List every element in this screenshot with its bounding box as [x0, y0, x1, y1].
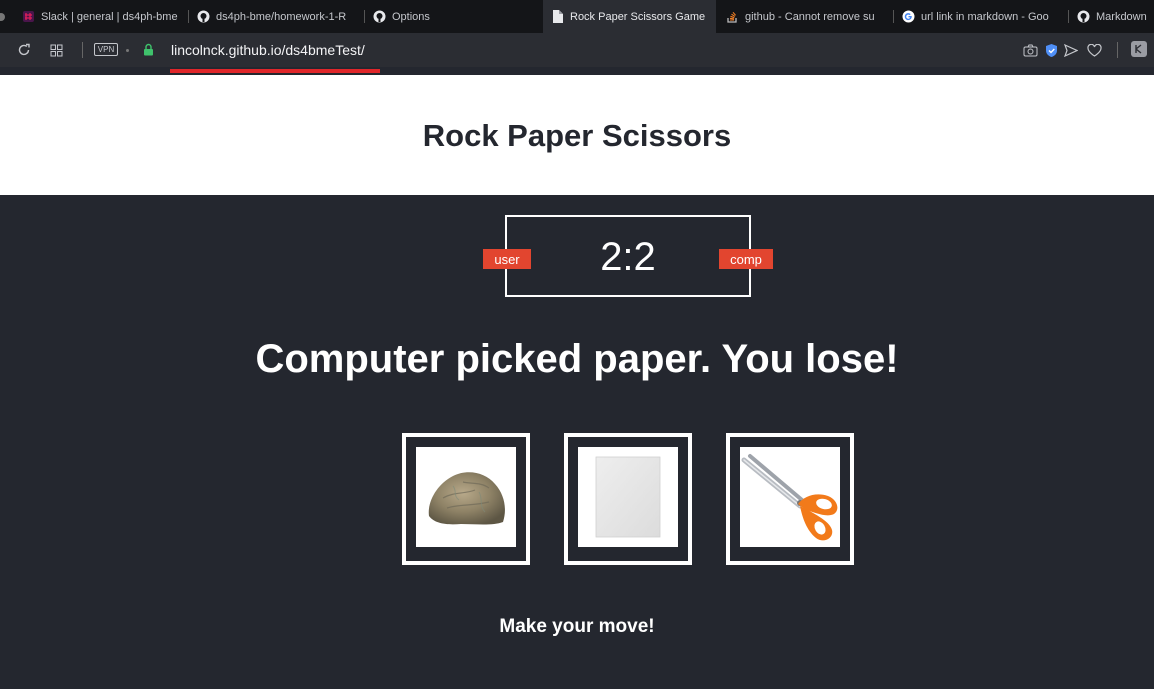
tab-stackoverflow[interactable]: github - Cannot remove su	[718, 0, 894, 33]
vpn-button[interactable]: VPN	[94, 43, 118, 56]
tab-label: Slack | general | ds4ph-bme	[41, 10, 178, 23]
lock-icon[interactable]	[142, 41, 154, 57]
tab-github-homework[interactable]: ds4ph-bme/homework-1-R	[189, 0, 365, 33]
tab-label: url link in markdown - Goo	[921, 10, 1049, 23]
page-title: Rock Paper Scissors	[422, 118, 732, 153]
shield-icon[interactable]	[1043, 41, 1059, 59]
slack-icon	[22, 10, 35, 23]
scissors-image	[741, 454, 838, 541]
separator-dot	[126, 49, 129, 52]
stackoverflow-icon	[726, 10, 739, 23]
score-display: 2:2	[600, 235, 656, 279]
tab-label: Options	[392, 10, 430, 23]
page-load-progress-bar	[170, 69, 380, 73]
comp-badge: comp	[719, 249, 773, 269]
tab-google[interactable]: url link in markdown - Goo	[894, 0, 1069, 33]
paper-choice-button[interactable]	[564, 433, 692, 565]
scoreboard: user 2:2 comp	[483, 215, 773, 297]
tab-slack[interactable]: Slack | general | ds4ph-bme	[14, 0, 189, 33]
google-icon	[902, 10, 915, 23]
extension-icon[interactable]	[1131, 41, 1147, 57]
tab-label: github - Cannot remove su	[745, 10, 875, 23]
heart-icon[interactable]	[1086, 41, 1103, 59]
tab-label: Markdown	[1096, 10, 1147, 23]
tab-label: ds4ph-bme/homework-1-R	[216, 10, 347, 23]
document-icon	[551, 10, 564, 23]
github-icon	[197, 10, 210, 23]
tab-label: Rock Paper Scissors Game	[570, 10, 706, 23]
page-header: Rock Paper Scissors	[0, 75, 1154, 195]
tab-rock-paper-scissors[interactable]: Rock Paper Scissors Game	[543, 0, 716, 33]
url-field[interactable]: lincolnck.github.io/ds4bmeTest/	[171, 42, 365, 58]
grid-icon[interactable]	[47, 41, 65, 59]
scissors-choice-button[interactable]	[726, 433, 854, 565]
rock-choice-button[interactable]	[402, 433, 530, 565]
tab-markdown[interactable]: Markdown	[1069, 0, 1154, 33]
reload-icon[interactable]	[15, 41, 33, 59]
address-bar: VPN lincolnck.github.io/ds4bmeTest/	[0, 33, 1154, 67]
paper-image	[595, 456, 661, 538]
rock-image	[428, 472, 505, 525]
github-icon	[1077, 10, 1090, 23]
make-move-prompt: Make your move!	[499, 616, 655, 637]
browser-tab-bar: Slack | general | ds4ph-bme ds4ph-bme/ho…	[0, 0, 1154, 33]
github-icon	[373, 10, 386, 23]
send-icon[interactable]	[1063, 41, 1079, 59]
tab-options[interactable]: Options	[365, 0, 541, 33]
tab-overflow-indicator	[0, 0, 10, 33]
camera-icon[interactable]	[1021, 41, 1039, 59]
result-message: Computer picked paper. You lose!	[255, 337, 899, 381]
